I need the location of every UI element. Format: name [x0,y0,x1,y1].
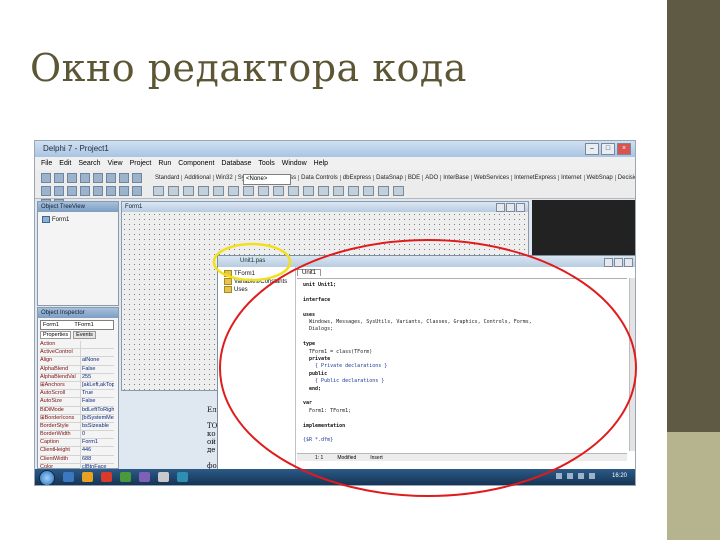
annotation-overlay [212,239,637,497]
yellow-highlight-ellipse [212,242,292,282]
red-highlight-ellipse [219,239,637,497]
